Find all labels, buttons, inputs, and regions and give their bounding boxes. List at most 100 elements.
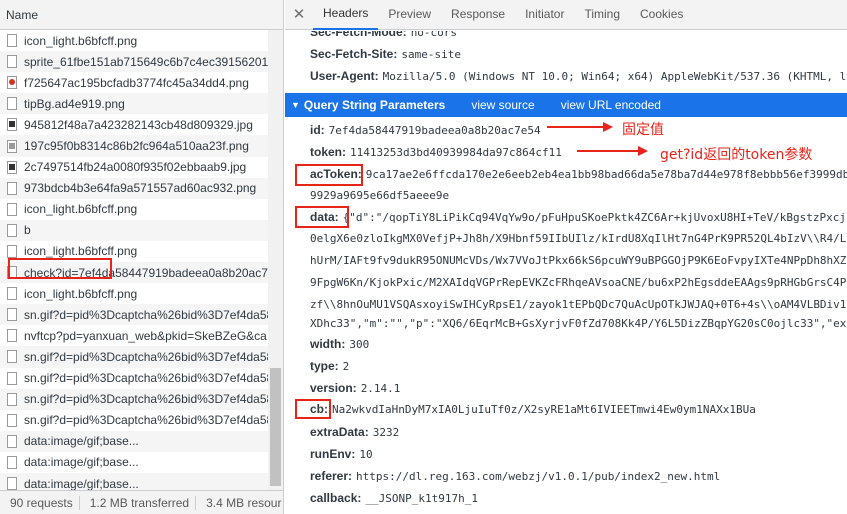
header-value: same-site <box>401 48 461 61</box>
param-token: token: 11413253d3bd40939984da97c864cf11 <box>310 145 562 159</box>
scrollbar-thumb[interactable] <box>270 368 281 486</box>
header-key: Sec-Fetch-Mode: <box>310 31 407 39</box>
resources-size: 3.4 MB resour <box>206 495 282 510</box>
param-extradata: extraData: 3232 <box>310 425 399 439</box>
request-row[interactable]: sn.gif?d=pid%3Dcaptcha%26bid%3D7ef4da58 <box>0 388 268 410</box>
param-key: extraData: <box>310 425 369 439</box>
param-value-continuation: XDhc33","m":"","p":"XQ6/6EqrMcB+GsXyrjvF… <box>310 317 847 330</box>
section-title: Query String Parameters <box>303 98 446 112</box>
file-icon <box>7 434 17 448</box>
file-icon <box>7 308 17 322</box>
view-url-encoded-link[interactable]: view URL encoded <box>561 98 661 112</box>
request-details-panel: ✕ Headers Preview Response Initiator Tim… <box>285 0 847 514</box>
name-column-header[interactable]: Name <box>0 0 283 30</box>
param-id: id: 7ef4da58447919badeea0a8b20ac7e54 <box>310 123 541 137</box>
request-row[interactable]: f725647ac195bcfadb3774fc45a34dd4.png <box>0 72 268 93</box>
request-name: data:image/gif;base... <box>24 434 139 449</box>
request-name: sn.gif?d=pid%3Dcaptcha%26bid%3D7ef4da58 <box>24 349 268 364</box>
param-key: referer: <box>310 469 353 483</box>
request-row[interactable]: data:image/gif;base... <box>0 452 268 473</box>
file-icon <box>7 392 17 406</box>
param-key: callback: <box>310 491 362 505</box>
request-row[interactable]: sprite_61fbe151ab715649c6b7c4ec39156201.… <box>0 51 268 73</box>
expand-triangle-icon[interactable]: ▼ <box>291 100 300 110</box>
request-row[interactable]: tipBg.ad4e919.png <box>0 93 268 115</box>
file-icon <box>7 455 17 469</box>
request-count: 90 requests <box>0 495 80 510</box>
file-icon <box>7 223 17 237</box>
request-name: 973bdcb4b3e64fa9a571557ad60ac932.png <box>24 181 257 196</box>
request-name: sn.gif?d=pid%3Dcaptcha%26bid%3D7ef4da58 <box>24 413 268 428</box>
param-value-continuation: 9929a9695e66df5aeee9e <box>310 189 450 202</box>
tab-preview[interactable]: Preview <box>378 0 441 29</box>
param-key: type: <box>310 359 339 373</box>
param-value: Na2wkvdIaHnDyM7xIA0LjuIuTf0z/X2syRE1aMt6… <box>332 403 756 416</box>
cb-key-highlight <box>295 399 331 419</box>
param-value: __JSONP_k1t917h_1 <box>365 492 478 505</box>
tab-initiator[interactable]: Initiator <box>515 0 574 29</box>
tab-cookies[interactable]: Cookies <box>630 0 693 29</box>
fixed-value-annotation: 固定值 <box>622 122 664 138</box>
details-tabbar: ✕ Headers Preview Response Initiator Tim… <box>285 0 847 30</box>
request-row[interactable]: icon_light.b6bfcff.png <box>0 283 268 304</box>
request-row[interactable]: sn.gif?d=pid%3Dcaptcha%26bid%3D7ef4da58 <box>0 346 268 368</box>
check-request-highlight <box>8 258 112 279</box>
file-icon <box>7 181 17 195</box>
request-name: nvftcp?pd=yanxuan_web&pkid=SkeBZeG&ca <box>24 328 267 343</box>
request-row[interactable]: 197c95f0b8314c86b2fc964a510aa23f.png <box>0 135 268 157</box>
request-name: sprite_61fbe151ab715649c6b7c4ec39156201.… <box>24 54 268 69</box>
param-type: type: 2 <box>310 359 349 373</box>
close-icon[interactable]: ✕ <box>285 0 313 30</box>
request-row[interactable]: nvftcp?pd=yanxuan_web&pkid=SkeBZeG&ca <box>0 325 268 346</box>
request-row[interactable]: b <box>0 219 268 241</box>
request-row[interactable]: data:image/gif;base... <box>0 472 268 490</box>
request-list-scrollbar[interactable] <box>268 30 283 490</box>
file-icon <box>7 55 17 69</box>
file-icon <box>7 118 17 132</box>
file-icon <box>7 97 17 111</box>
request-name: 197c95f0b8314c86b2fc964a510aa23f.png <box>24 139 249 154</box>
request-name: b <box>24 223 31 238</box>
file-icon <box>7 287 17 301</box>
param-value: 9ca17ae2e6ffcda170e2e6eeb2eb4ea1bb98bad6… <box>365 168 847 181</box>
param-value: 3232 <box>372 426 400 439</box>
file-icon <box>7 477 17 490</box>
request-row[interactable]: 973bdcb4b3e64fa9a571557ad60ac932.png <box>0 177 268 199</box>
tab-timing[interactable]: Timing <box>574 0 630 29</box>
request-row[interactable]: sn.gif?d=pid%3Dcaptcha%26bid%3D7ef4da58 <box>0 304 268 326</box>
request-name: data:image/gif;base... <box>24 455 139 470</box>
file-icon <box>7 350 17 364</box>
file-icon <box>7 76 17 90</box>
tab-response[interactable]: Response <box>441 0 515 29</box>
request-row[interactable]: 2c7497514fb24a0080f935f02ebbaab9.jpg <box>0 157 268 178</box>
header-row: Sec-Fetch-Mode: no-cors <box>310 31 457 39</box>
param-value: 2.14.1 <box>360 382 401 395</box>
request-row[interactable]: 945812f48a7a423282143cb48d809329.jpg <box>0 114 268 135</box>
transferred-size: 1.2 MB transferred <box>80 495 197 510</box>
param-actoken: acToken: 9ca17ae2e6ffcda170e2e6eeb2eb4ea1… <box>310 167 847 181</box>
param-version: version: 2.14.1 <box>310 381 400 395</box>
request-name: 945812f48a7a423282143cb48d809329.jpg <box>24 117 253 132</box>
request-row[interactable]: data:image/gif;base... <box>0 430 268 452</box>
file-icon <box>7 244 17 258</box>
param-value: 11413253d3bd40939984da97c864cf11 <box>350 146 562 159</box>
tab-headers[interactable]: Headers <box>313 0 379 30</box>
param-key: version: <box>310 381 357 395</box>
file-icon <box>7 202 17 216</box>
file-icon <box>7 160 17 174</box>
request-name: sn.gif?d=pid%3Dcaptcha%26bid%3D7ef4da58 <box>24 307 268 322</box>
view-source-link[interactable]: view source <box>471 98 534 112</box>
request-name: tipBg.ad4e919.png <box>24 96 125 111</box>
param-cb: cb: Na2wkvdIaHnDyM7xIA0LjuIuTf0z/X2syRE1a… <box>310 402 756 416</box>
param-value-continuation: 9FpgW6Kn/KjokPxic/M2XAIdqVGPrRepEVKZcFRh… <box>310 276 847 289</box>
request-row[interactable]: sn.gif?d=pid%3Dcaptcha%26bid%3D7ef4da58 <box>0 368 268 389</box>
param-key: runEnv: <box>310 447 356 461</box>
request-row[interactable]: icon_light.b6bfcff.png <box>0 30 268 51</box>
param-value: https://dl.reg.163.com/webzj/v1.0.1/pub/… <box>356 470 721 483</box>
request-name: icon_light.b6bfcff.png <box>24 202 138 217</box>
header-value: Mozilla/5.0 (Windows NT 10.0; Win64; x64… <box>382 70 847 83</box>
request-row[interactable]: sn.gif?d=pid%3Dcaptcha%26bid%3D7ef4da58 <box>0 410 268 431</box>
query-string-section-header[interactable]: ▼ Query String Parameters view source vi… <box>285 93 847 117</box>
request-row[interactable]: icon_light.b6bfcff.png <box>0 199 268 220</box>
request-name: f725647ac195bcfadb3774fc45a34dd4.png <box>24 75 249 90</box>
